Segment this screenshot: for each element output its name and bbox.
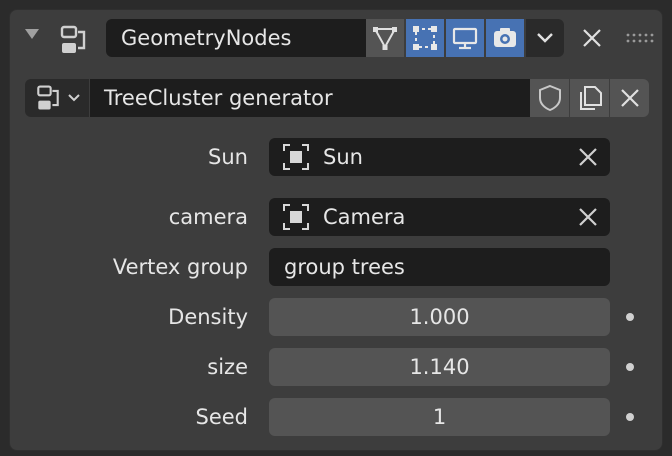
node-group-name: TreeCluster generator bbox=[104, 86, 333, 110]
drag-handle-icon[interactable] bbox=[626, 32, 654, 44]
render-camera-icon bbox=[494, 28, 516, 47]
show-viewport-toggle[interactable] bbox=[446, 19, 484, 57]
remove-modifier-button[interactable] bbox=[573, 19, 611, 57]
modifier-panel: GeometryNodes TreeCluster generator Sun … bbox=[9, 9, 663, 451]
camera-object-value: Camera bbox=[323, 205, 406, 229]
density-number-field[interactable]: 1.000 bbox=[269, 298, 610, 336]
property-label-density: Density bbox=[168, 305, 248, 329]
seed-value: 1 bbox=[432, 405, 447, 429]
camera-object-field[interactable]: Camera bbox=[269, 198, 610, 236]
edit-mode-toggle[interactable] bbox=[366, 19, 404, 57]
property-label-seed: Seed bbox=[195, 405, 249, 429]
duplicate-node-group-button[interactable] bbox=[570, 79, 609, 117]
keyframe-dot-icon[interactable] bbox=[626, 413, 634, 421]
object-icon bbox=[283, 144, 309, 170]
fake-user-button[interactable] bbox=[530, 79, 569, 117]
sun-object-value: Sun bbox=[323, 145, 363, 169]
vertex-group-value: group trees bbox=[284, 255, 405, 279]
shield-icon bbox=[538, 84, 561, 112]
geometry-nodes-modifier-icon[interactable] bbox=[56, 23, 90, 57]
close-icon bbox=[583, 29, 601, 47]
node-group-browse-button[interactable] bbox=[25, 79, 89, 117]
vertex-group-field[interactable]: group trees bbox=[269, 248, 610, 286]
property-label-size: size bbox=[207, 355, 248, 379]
collapse-arrow-icon[interactable] bbox=[25, 29, 39, 39]
sun-object-field[interactable]: Sun bbox=[269, 138, 610, 176]
viewport-icon bbox=[452, 27, 478, 50]
node-tree-icon bbox=[37, 85, 59, 110]
on-cage-toggle[interactable] bbox=[406, 19, 444, 57]
property-label-sun: Sun bbox=[208, 145, 248, 169]
node-group-name-field[interactable]: TreeCluster generator bbox=[90, 79, 530, 117]
keyframe-dot-icon[interactable] bbox=[626, 313, 634, 321]
chevron-down-icon bbox=[537, 33, 553, 43]
keyframe-dot-icon[interactable] bbox=[626, 363, 634, 371]
duplicate-icon bbox=[579, 86, 602, 110]
show-render-toggle[interactable] bbox=[486, 19, 524, 57]
clear-icon[interactable] bbox=[576, 145, 600, 169]
unlink-node-group-button[interactable] bbox=[610, 79, 649, 117]
edit-mode-icon bbox=[373, 27, 397, 50]
property-label-camera: camera bbox=[168, 205, 248, 229]
property-label-vertex-group: Vertex group bbox=[112, 255, 248, 279]
object-icon bbox=[283, 204, 309, 230]
modifier-extras-dropdown[interactable] bbox=[526, 19, 564, 57]
density-value: 1.000 bbox=[409, 305, 470, 329]
modifier-name-field[interactable]: GeometryNodes bbox=[106, 19, 372, 57]
size-value: 1.140 bbox=[409, 355, 470, 379]
size-number-field[interactable]: 1.140 bbox=[269, 348, 610, 386]
close-icon bbox=[620, 89, 639, 107]
chevron-down-icon bbox=[68, 94, 80, 102]
modifier-name: GeometryNodes bbox=[121, 26, 292, 50]
clear-icon[interactable] bbox=[576, 205, 600, 229]
seed-number-field[interactable]: 1 bbox=[269, 398, 610, 436]
cage-icon bbox=[413, 26, 437, 50]
